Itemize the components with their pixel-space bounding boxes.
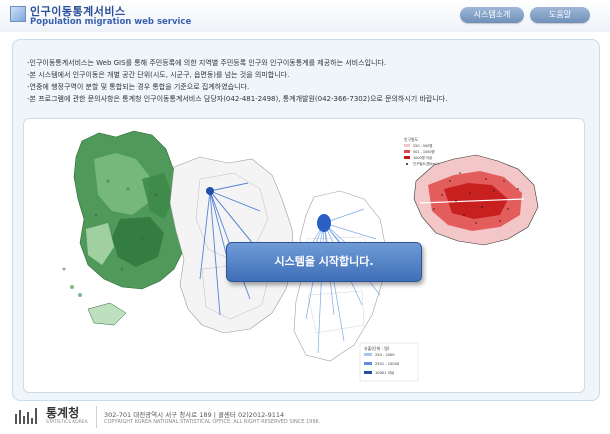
korea-choropleth-map	[62, 130, 189, 326]
density-legend-title: 인구밀도	[404, 137, 418, 142]
density-legend-item: 1000명 이상	[413, 155, 432, 160]
capital-cluster-marker	[317, 214, 331, 232]
density-legend-item: 501 - 1000명	[413, 149, 435, 154]
nav-help-button[interactable]: 도움말	[530, 7, 590, 23]
description-line: -인구이동통계서비스는 Web GIS를 통해 주민등록에 의한 지역별 주민등…	[27, 59, 387, 67]
density-legend-item: 250 - 500명	[413, 143, 432, 148]
description-block: -인구이동통계서비스는 Web GIS를 통해 주민등록에 의한 지역별 주민등…	[27, 57, 597, 105]
flow-origin-marker	[206, 187, 214, 195]
flow-legend-title: 유출(단위 : 명)	[364, 345, 390, 351]
statistics-korea-logo-icon	[15, 408, 37, 424]
nav-system-intro-button[interactable]: 시스템소개	[460, 7, 524, 23]
main-content: -인구이동통계서비스는 Web GIS를 통해 주민등록에 의한 지역별 주민등…	[12, 39, 600, 401]
footer-org-en: STATISTICS KOREA	[46, 420, 88, 425]
start-system-button[interactable]: 시스템을 시작합니다.	[226, 242, 422, 282]
top-bar: 인구이동통계서비스 Population migration web servi…	[0, 0, 610, 32]
flow-legend-item: 2501 - 10000	[375, 362, 400, 366]
map-preview-panel: 유출(단위 : 명) 250 - 2500 2501 - 10000 10001…	[23, 118, 585, 393]
flow-legend: 유출(단위 : 명) 250 - 2500 2501 - 10000 10001…	[359, 342, 419, 382]
flow-legend-item: 10001 이상	[375, 370, 395, 375]
footer-copyright: COPYRIGHT KOREA NATIONAL STATISTICAL OFF…	[104, 419, 321, 425]
flow-legend-item: 250 - 2500	[375, 353, 395, 357]
footer-org-name: 통계청	[46, 406, 80, 420]
description-line: -본 시스템에서 인구이동은 개별 공간 단위(시도, 시군구, 읍면동)를 넘…	[27, 71, 290, 79]
density-legend-item: 인구밀도(명/km²)	[413, 161, 440, 166]
service-title-en: Population migration web service	[30, 17, 192, 27]
description-line: -연중에 행정구역이 분할 및 통합되는 경우 통합을 기준으로 집계하였습니다…	[27, 83, 250, 91]
service-logo-icon	[10, 6, 26, 22]
footer-address: 302-701 대전광역시 서구 청사로 189 | 콜센터 02)2012-9…	[104, 411, 285, 419]
footer-divider	[96, 406, 97, 428]
description-line: -본 프로그램에 관한 문의사항은 통계청 인구이동통계서비스 담당자(042-…	[27, 95, 448, 103]
